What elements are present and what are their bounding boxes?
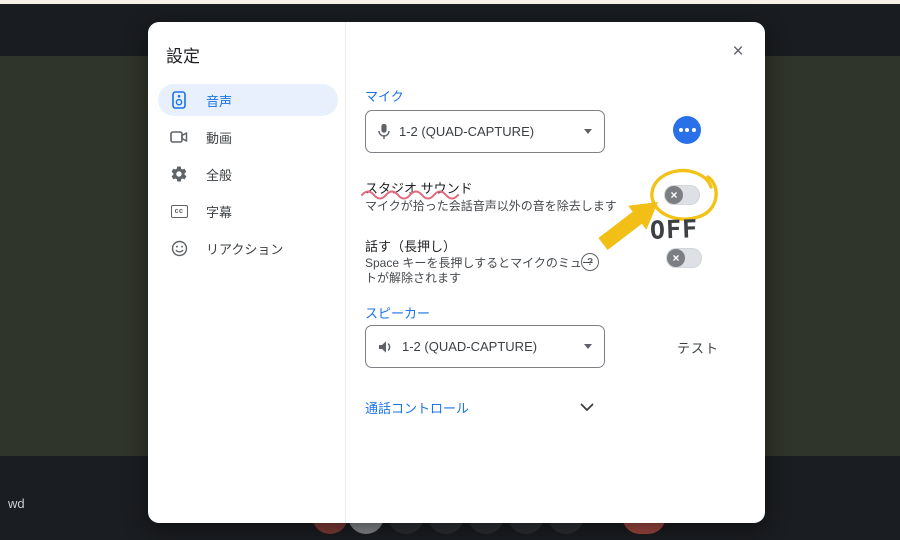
speaker-device-value: 1-2 (QUAD-CAPTURE) — [402, 339, 537, 354]
sidebar-item-video[interactable]: 動画 — [158, 121, 338, 153]
studio-sound-toggle[interactable]: × — [664, 185, 700, 205]
sidebar-item-label: 音声 — [206, 91, 232, 110]
settings-dialog: 設定 × 音声 動画 全般 cc 字幕 — [148, 22, 765, 523]
dropdown-caret-icon — [584, 129, 592, 134]
divider — [345, 22, 346, 523]
studio-sound-desc: マイクが拾った会話音声以外の音を除去します — [365, 199, 617, 214]
sidebar-item-general[interactable]: 全般 — [158, 158, 338, 190]
meeting-code: wd — [8, 496, 25, 511]
toggle-off-icon: × — [667, 249, 685, 267]
push-to-talk-desc-line1: Space キーを長押しするとマイクのミュー — [365, 256, 594, 271]
mic-device-value: 1-2 (QUAD-CAPTURE) — [399, 124, 534, 139]
dialog-title: 設定 — [166, 42, 200, 67]
meet-app: wd 設定 × 音声 動画 全般 c — [0, 0, 900, 540]
call-controls-link[interactable]: 通話コントロール — [365, 398, 469, 417]
mic-device-select[interactable]: 1-2 (QUAD-CAPTURE) — [365, 110, 605, 153]
studio-sound-title: スタジオ サウンド — [365, 178, 473, 197]
mic-label: マイク — [365, 86, 404, 105]
help-icon[interactable]: ? — [581, 253, 599, 271]
push-to-talk-desc-line2: トが解除されます — [365, 271, 461, 286]
sidebar-item-label: 字幕 — [206, 202, 232, 221]
off-annotation-text: OFF — [650, 214, 699, 245]
speaker-device-select[interactable]: 1-2 (QUAD-CAPTURE) — [365, 325, 605, 368]
gear-icon — [170, 165, 188, 183]
push-to-talk-title: 話す（長押し） — [365, 236, 456, 255]
sidebar-item-captions[interactable]: cc 字幕 — [158, 195, 338, 227]
sidebar-item-label: リアクション — [206, 239, 283, 258]
toggle-off-icon: × — [665, 186, 683, 204]
sidebar-item-audio[interactable]: 音声 — [158, 84, 338, 116]
dropdown-caret-icon — [584, 344, 592, 349]
sidebar-item-label: 全般 — [206, 165, 232, 184]
speaker-box-icon — [170, 91, 188, 109]
speaker-test-button[interactable]: テスト — [666, 338, 730, 357]
sidebar-item-label: 動画 — [206, 128, 232, 147]
mic-icon — [378, 123, 390, 140]
video-camera-icon — [170, 128, 188, 146]
push-to-talk-toggle[interactable]: × — [666, 248, 702, 268]
smiley-icon — [170, 239, 188, 257]
mic-level-indicator — [673, 116, 701, 144]
sidebar-item-reactions[interactable]: リアクション — [158, 232, 338, 264]
speaker-icon — [378, 340, 393, 354]
cc-icon: cc — [170, 202, 188, 220]
close-icon[interactable]: × — [725, 38, 751, 64]
chevron-down-icon[interactable] — [580, 399, 594, 417]
speaker-label: スピーカー — [365, 303, 430, 322]
